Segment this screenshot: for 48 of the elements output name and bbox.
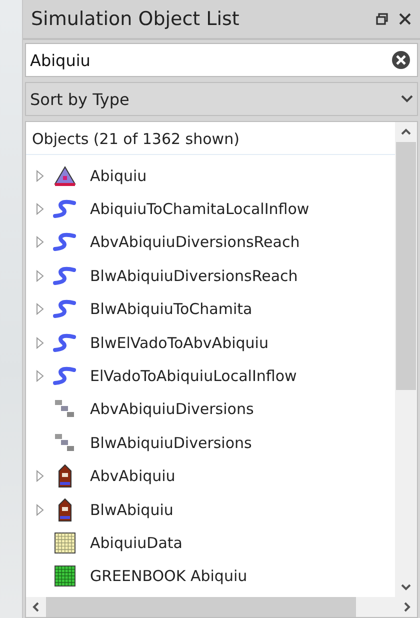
close-button[interactable]: [398, 12, 412, 26]
expand-arrow-icon[interactable]: [36, 236, 44, 248]
expand-arrow-icon[interactable]: [36, 504, 44, 516]
grid-icon: [54, 565, 76, 588]
s-curve-icon: [52, 366, 78, 386]
object-name[interactable]: AbvAbiquiuDiversions: [90, 400, 254, 418]
scroll-down-button[interactable]: [401, 582, 411, 592]
object-name[interactable]: BlwAbiquiuDiversionsReach: [90, 266, 298, 285]
s-curve-icon: [52, 266, 78, 286]
object-name[interactable]: BlwAbiquiuDiversions: [90, 434, 252, 452]
expand-arrow-icon[interactable]: [36, 270, 44, 282]
s-curve-icon: [52, 199, 78, 220]
expand-arrow-icon[interactable]: [36, 170, 44, 182]
object-name[interactable]: AbiquiuData: [90, 534, 182, 552]
steps-icon: [54, 432, 76, 453]
vertical-scrollbar[interactable]: [395, 122, 417, 597]
s-curve-icon: [52, 332, 78, 353]
panel-title: Simulation Object List: [31, 8, 240, 30]
object-name[interactable]: Abiquiu: [90, 166, 147, 185]
steps-icon: [54, 399, 76, 420]
object-name[interactable]: BlwAbiquiuToChamita: [90, 300, 252, 318]
object-name[interactable]: AbvAbiquiu: [90, 467, 176, 486]
expand-arrow-icon[interactable]: [36, 370, 44, 382]
house-icon: [57, 498, 73, 522]
horizontal-scrollbar[interactable]: [26, 597, 417, 617]
s-curve-icon: [52, 232, 78, 252]
sort-dropdown[interactable]: Sort by Type: [25, 82, 418, 116]
chevron-down-icon: [401, 95, 413, 103]
scroll-left-button[interactable]: [31, 602, 41, 612]
object-name[interactable]: ElVadoToAbiquiuLocalInflow: [90, 367, 297, 386]
object-name[interactable]: AbiquiuToChamitaLocalInflow: [90, 200, 310, 218]
house-icon: [57, 464, 73, 488]
object-name[interactable]: AbvAbiquiuDiversionsReach: [90, 233, 300, 252]
expand-arrow-icon[interactable]: [36, 303, 44, 316]
triangle-icon: [53, 164, 77, 187]
object-name[interactable]: BlwAbiquiu: [90, 500, 174, 519]
table-icon: [54, 532, 76, 554]
expand-arrow-icon[interactable]: [36, 203, 44, 216]
object-name[interactable]: BlwElVadoToAbvAbiquiu: [90, 334, 268, 352]
s-curve-icon: [52, 299, 78, 320]
expand-arrow-icon[interactable]: [36, 470, 44, 482]
object-name[interactable]: GREENBOOK Abiquiu: [90, 567, 248, 586]
scroll-right-button[interactable]: [402, 602, 412, 612]
scroll-up-button[interactable]: [401, 127, 411, 137]
float-button[interactable]: [376, 13, 388, 25]
clear-button[interactable]: [391, 50, 411, 70]
list-header: Objects (21 of 1362 shown): [26, 128, 395, 155]
expand-arrow-icon[interactable]: [36, 336, 44, 349]
